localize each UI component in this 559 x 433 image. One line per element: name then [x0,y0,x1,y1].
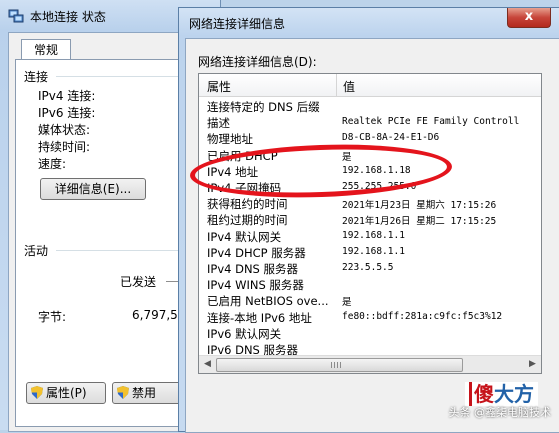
details-row-value: 255.255.255.0 [342,181,417,192]
details-row-value: 2021年1月26日 星期二 17:15:25 [342,216,497,228]
scrollbar-grip [331,362,343,368]
uac-shield-icon [31,386,43,399]
details-row-value: fe80::bdff:281a:c9fc:f5c3%12 [342,310,503,322]
details-row-value: 192.168.1.1 [342,245,405,257]
details-row-property: IPv6 默认网关 [207,326,282,341]
details-row-property: 已启用 DHCP [207,148,278,163]
details-list-header: 属性 值 [199,74,541,97]
details-row[interactable]: IPv4 默认网关 192.168.1.1 [199,228,541,244]
properties-button[interactable]: 属性(P) [26,382,106,404]
details-row[interactable]: IPv4 地址 192.168.1.18 [199,163,541,179]
details-row[interactable]: IPv6 默认网关 [199,325,541,341]
details-row[interactable]: IPv4 子网掩码 255.255.255.0 [199,179,541,195]
details-row-property: 连接特定的 DNS 后缀 [207,100,320,114]
network-details-dialog: 网络连接详细信息 x 网络连接详细信息(D): 属性 值 连接特定的 DNS 后… [178,7,559,433]
details-row[interactable]: 已启用 NetBIOS ove... 是 [199,292,541,308]
details-row[interactable]: 物理地址 D8-CB-8A-24-E1-D6 [199,130,541,146]
disable-button-label: 禁用 [132,386,157,400]
connection-group-label: 连接 [24,70,49,84]
speed-label: 速度: [38,157,67,171]
details-row-property: IPv4 DNS 服务器 [207,262,299,276]
details-row-value: Realtek PCIe FE Family Controll [342,116,520,128]
details-row[interactable]: IPv4 DHCP 服务器 192.168.1.1 [199,244,541,260]
duration-label: 持续时间: [38,140,91,154]
properties-button-label: 属性(P) [46,386,87,400]
ipv6-connectivity-label: IPv6 连接: [38,106,96,120]
column-divider[interactable] [336,74,337,96]
tab-general[interactable]: 常规 [21,39,71,60]
details-row-property: 租约过期的时间 [207,213,288,228]
details-row-property: 描述 [207,116,230,131]
details-list-label: 网络连接详细信息(D): [198,55,317,69]
connection-status-title: 本地连接 状态 [30,10,106,24]
details-row-value: 是 [342,297,352,309]
details-row[interactable]: 获得租约的时间 2021年1月23日 星期六 17:15:26 [199,195,541,211]
details-row-value: 192.168.1.1 [342,229,405,241]
network-connection-icon [8,9,24,23]
details-button[interactable]: 详细信息(E)... [40,178,146,200]
close-button[interactable]: x [507,8,551,28]
scroll-right-arrow-icon[interactable]: ▶ [524,356,541,373]
dialog-client: 网络连接详细信息(D): 属性 值 连接特定的 DNS 后缀 描述 Realtek … [185,38,559,433]
details-row-property: IPv4 地址 [207,164,259,179]
column-header-value[interactable]: 值 [343,78,355,95]
ipv4-connectivity-label: IPv4 连接: [38,89,96,103]
details-row-property: 获得租约的时间 [207,197,288,212]
column-header-property[interactable]: 属性 [207,78,231,95]
details-row-property: IPv4 子网掩码 [207,181,282,195]
details-list[interactable]: 属性 值 连接特定的 DNS 后缀 描述 Realtek PCIe FE Famil… [198,73,542,374]
scroll-left-arrow-icon[interactable]: ◀ [199,356,216,373]
details-row-value: 是 [342,151,352,163]
activity-group-label: 活动 [24,244,49,258]
details-row[interactable]: 租约过期的时间 2021年1月26日 星期二 17:15:25 [199,211,541,227]
details-row-value: 223.5.5.5 [342,262,394,273]
brand-logo: 傻大方 [465,382,538,406]
details-row[interactable]: 连接特定的 DNS 后缀 [199,98,541,114]
details-row-value: D8-CB-8A-24-E1-D6 [342,132,440,144]
details-row-property: IPv4 DHCP 服务器 [207,245,306,260]
details-row-property: IPv4 WINS 服务器 [207,278,304,293]
details-row-value: 192.168.1.18 [342,164,411,176]
details-row[interactable]: 连接-本地 IPv6 地址 fe80::bdff:281a:c9fc:f5c3%1… [199,309,541,325]
details-row[interactable]: 已启用 DHCP 是 [199,147,541,163]
details-row-property: 已启用 NetBIOS ove... [207,294,329,309]
watermark-credit: 头条 @鑫柒电脑技术 [448,406,552,419]
details-row-value: 2021年1月23日 星期六 17:15:26 [342,200,497,212]
media-state-label: 媒体状态: [38,123,91,137]
details-row[interactable]: IPv4 WINS 服务器 [199,276,541,292]
details-row-property: 物理地址 [207,132,253,147]
details-row[interactable]: 描述 Realtek PCIe FE Family Controll [199,114,541,130]
bytes-sent-value: 6,797,5 [132,308,178,322]
horizontal-scrollbar[interactable]: ◀ ▶ [199,355,541,373]
dialog-title: 网络连接详细信息 [189,17,286,31]
details-row-property: 连接-本地 IPv6 地址 [207,310,312,325]
uac-shield-icon [117,386,129,399]
scrollbar-thumb[interactable] [216,358,463,372]
details-row[interactable]: IPv4 DNS 服务器 223.5.5.5 [199,260,541,276]
details-row-property: IPv4 默认网关 [207,229,282,244]
bytes-label: 字节: [38,310,67,324]
sent-label: 已发送 [120,275,157,289]
